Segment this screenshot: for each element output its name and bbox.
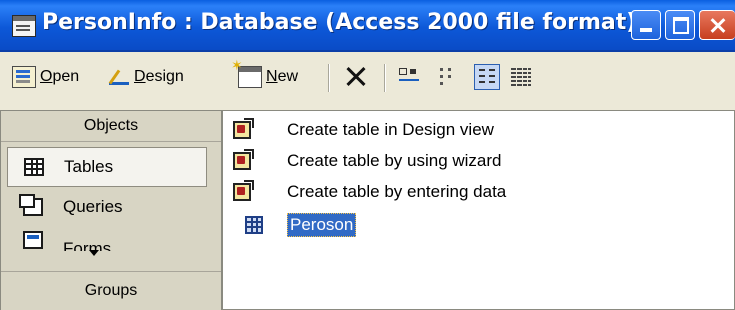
list-item-label: Create table by using wizard (287, 151, 502, 170)
list-item[interactable]: Create table by entering data (233, 179, 506, 205)
objects-header[interactable]: Objects (1, 111, 221, 142)
wizard-shortcut-icon (233, 180, 254, 201)
toolbar-separator (384, 64, 386, 92)
toolbar-separator (328, 64, 330, 92)
list-item[interactable]: Create table in Design view (233, 117, 494, 143)
new-button[interactable]: New (231, 57, 299, 92)
title-bar[interactable]: PersonInfo : Database (Access 2000 file … (0, 0, 735, 52)
table-icon (245, 216, 263, 234)
new-label: New (266, 68, 299, 85)
database-window-icon[interactable] (12, 15, 36, 37)
wizard-shortcut-icon (233, 118, 254, 139)
open-label: Open (40, 68, 80, 85)
form-icon (23, 231, 43, 249)
objects-item-label: Tables (64, 157, 114, 176)
database-toolbar: Open Design New (0, 52, 735, 104)
small-icons-view-button[interactable] (436, 64, 462, 90)
objects-item-forms[interactable]: Forms (7, 227, 207, 251)
close-button[interactable] (699, 10, 735, 40)
query-icon (19, 194, 43, 216)
chevron-down-icon[interactable] (89, 250, 99, 256)
table-icon (24, 158, 44, 176)
list-item-label: Create table by entering data (287, 182, 507, 201)
design-label: Design (134, 68, 184, 85)
database-window: PersonInfo : Database (Access 2000 file … (0, 0, 735, 310)
objects-item-tables[interactable]: Tables (7, 147, 207, 187)
list-item[interactable]: Create table by using wizard (233, 148, 502, 174)
objects-item-label: Forms (63, 239, 112, 251)
objects-item-queries[interactable]: Queries (7, 187, 207, 227)
delete-button[interactable] (341, 62, 371, 92)
list-item-label: Peroson (287, 213, 357, 237)
maximize-button[interactable] (665, 10, 695, 40)
object-list: Create table in Design view Create table… (222, 110, 735, 310)
list-view-button[interactable] (474, 64, 500, 90)
list-item-selected[interactable]: Peroson (233, 212, 357, 238)
objects-item-label: Queries (63, 197, 123, 216)
list-item-label: Create table in Design view (287, 120, 494, 139)
design-icon (108, 67, 130, 87)
minimize-button[interactable] (631, 10, 661, 40)
details-view-button[interactable] (508, 64, 534, 90)
window-title: PersonInfo : Database (Access 2000 file … (42, 10, 637, 35)
large-icons-view-button[interactable] (396, 64, 422, 90)
wizard-shortcut-icon (233, 149, 254, 170)
groups-bar[interactable]: Groups (1, 271, 221, 310)
design-button[interactable]: Design (108, 62, 184, 92)
open-icon (12, 66, 36, 88)
objects-bar: Objects Tables Queries Forms Groups (0, 110, 222, 310)
open-button[interactable]: Open (12, 62, 79, 92)
new-icon (231, 57, 262, 88)
